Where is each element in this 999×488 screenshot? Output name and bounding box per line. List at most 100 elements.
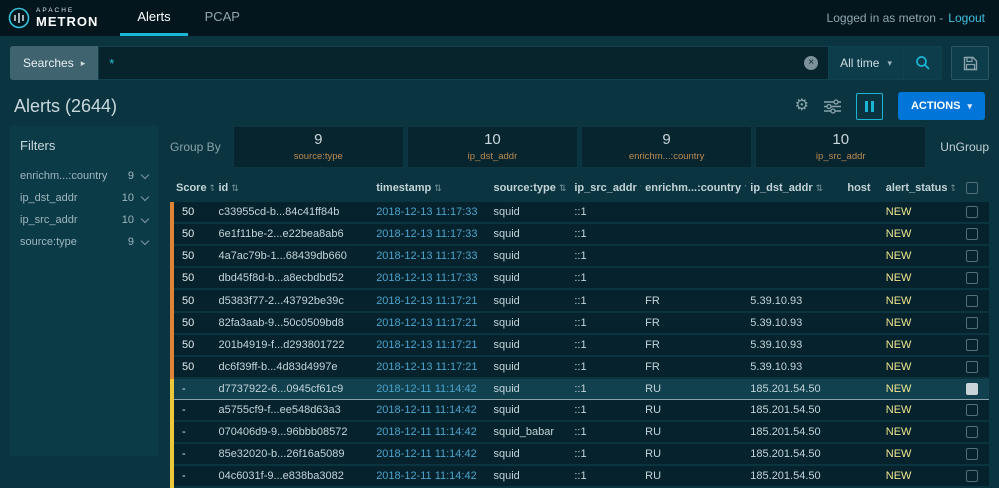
table-row[interactable]: - a5755cf9-f...ee548d63a3 2018-12-11 11:…: [169, 399, 989, 423]
alert-status-badge: NEW: [881, 289, 955, 313]
filter-item-country[interactable]: enrichm...:country 9: [20, 165, 150, 187]
filter-item-source-type[interactable]: source:type 9: [20, 231, 150, 253]
group-box-ip-dst-addr[interactable]: 10 ip_dst_addr: [406, 126, 579, 168]
row-checkbox-cell[interactable]: [954, 377, 989, 400]
table-row[interactable]: 50 c33955cd-b...84c41ff84b 2018-12-13 11…: [169, 202, 989, 225]
table-row[interactable]: 50 6e1f11be-2...e22bea8ab6 2018-12-13 11…: [169, 223, 989, 247]
alert-ip-src-addr: ::1: [570, 443, 642, 467]
row-checkbox[interactable]: [965, 316, 978, 329]
column-header-alert-status[interactable]: alert_status ⇅: [882, 176, 955, 202]
column-settings-button[interactable]: [823, 98, 841, 114]
column-header-select-all[interactable]: [955, 176, 989, 202]
alert-id[interactable]: c33955cd-b...84c41ff84b: [214, 202, 373, 225]
column-header-score[interactable]: Score ⇅: [172, 176, 214, 202]
gear-icon[interactable]: ⚙: [795, 98, 809, 114]
ungroup-button[interactable]: UnGroup: [940, 140, 989, 154]
table-row[interactable]: - 070406d9-9...96bbb08572 2018-12-11 11:…: [169, 421, 989, 445]
sliders-icon: [823, 98, 841, 114]
alert-id[interactable]: d7737922-6...0945cf61c9: [214, 377, 373, 400]
filter-item-ip-dst-addr[interactable]: ip_dst_addr 10: [20, 187, 150, 209]
row-checkbox[interactable]: [965, 228, 978, 241]
alert-id[interactable]: dc6f39ff-b...4d83d4997e: [214, 355, 373, 379]
row-checkbox-cell[interactable]: [954, 465, 989, 488]
alert-id[interactable]: d5383f77-2...43792be39c: [214, 289, 373, 313]
alert-id[interactable]: 6e1f11be-2...e22bea8ab6: [214, 223, 373, 247]
column-header-ip-dst-addr[interactable]: ip_dst_addr ⇅: [746, 176, 843, 202]
table-row[interactable]: 50 201b4919-f...d293801722 2018-12-13 11…: [169, 333, 989, 357]
table-row[interactable]: 50 dbd45f8d-b...a8ecbdbd52 2018-12-13 11…: [169, 267, 989, 291]
row-checkbox[interactable]: [965, 404, 978, 417]
alert-id[interactable]: 04c6031f-9...e838ba3082: [214, 465, 373, 488]
row-checkbox-cell[interactable]: [954, 399, 989, 423]
alert-id[interactable]: 201b4919-f...d293801722: [214, 333, 373, 357]
table-row[interactable]: 50 4a7ac79b-1...68439db660 2018-12-13 11…: [169, 245, 989, 269]
table-row[interactable]: - 85e32020-b...26f16a5089 2018-12-11 11:…: [169, 443, 989, 467]
row-checkbox[interactable]: [965, 294, 978, 307]
time-range-dropdown[interactable]: All time ▾: [829, 46, 904, 80]
row-checkbox-cell[interactable]: [954, 311, 989, 335]
column-header-source-type[interactable]: source:type ⇅: [489, 176, 570, 202]
row-checkbox-cell[interactable]: [954, 267, 989, 291]
actions-button[interactable]: ACTIONS ▾: [897, 92, 985, 120]
tab-alerts[interactable]: Alerts: [120, 0, 188, 36]
row-checkbox-cell[interactable]: [954, 223, 989, 247]
alert-id[interactable]: 82fa3aab-9...50c0509bd8: [214, 311, 373, 335]
alert-ip-src-addr: ::1: [570, 311, 642, 335]
save-search-button[interactable]: [951, 46, 989, 80]
alert-source-type: squid: [489, 355, 571, 379]
table-row[interactable]: 50 d5383f77-2...43792be39c 2018-12-13 11…: [169, 289, 989, 313]
row-checkbox-cell[interactable]: [954, 355, 989, 379]
metron-brand: APACHE METRON: [8, 0, 98, 36]
table-header-row: Score ⇅ id ⇅ timestamp ⇅ source:type ⇅ ip_sr…: [172, 176, 989, 202]
row-checkbox[interactable]: [965, 206, 978, 219]
filter-item-ip-src-addr[interactable]: ip_src_addr 10: [20, 209, 150, 231]
row-checkbox-cell[interactable]: [954, 289, 989, 313]
row-checkbox[interactable]: [965, 360, 978, 373]
pause-polling-button[interactable]: [855, 92, 883, 120]
alert-id[interactable]: dbd45f8d-b...a8ecbdbd52: [214, 267, 373, 291]
filter-label: enrichm...:country: [20, 170, 108, 182]
row-checkbox-cell[interactable]: [954, 245, 989, 269]
tab-alerts-label: Alerts: [137, 9, 171, 24]
row-checkbox-cell[interactable]: [954, 202, 989, 225]
row-checkbox[interactable]: [965, 250, 978, 263]
row-checkbox[interactable]: [965, 272, 978, 285]
alert-id[interactable]: 4a7ac79b-1...68439db660: [214, 245, 373, 269]
row-checkbox[interactable]: [965, 448, 978, 461]
row-checkbox-cell[interactable]: [954, 443, 989, 467]
row-checkbox-cell[interactable]: [954, 333, 989, 357]
row-checkbox[interactable]: [965, 426, 978, 439]
row-checkbox[interactable]: [965, 382, 978, 395]
group-box-ip-src-addr[interactable]: 10 ip_src_addr: [755, 126, 927, 168]
row-checkbox-cell[interactable]: [954, 421, 989, 445]
search-query-input[interactable]: [109, 55, 805, 71]
clear-search-icon[interactable]: ×: [804, 56, 819, 70]
column-header-country[interactable]: enrichm...:country⇅: [641, 176, 746, 202]
column-label: host: [847, 182, 871, 195]
sort-icon: ⇅: [434, 183, 442, 194]
row-checkbox[interactable]: [965, 338, 978, 351]
column-header-id[interactable]: id ⇅: [214, 176, 372, 202]
column-header-host[interactable]: host: [843, 176, 881, 202]
alert-id[interactable]: 070406d9-9...96bbb08572: [214, 421, 373, 445]
group-box-source-type[interactable]: 9 source:type: [232, 126, 404, 168]
searches-button[interactable]: Searches ▸: [10, 46, 99, 80]
column-header-ip-src-addr[interactable]: ip_src_addr⇅: [570, 176, 641, 202]
alert-id[interactable]: a5755cf9-f...ee548d63a3: [214, 399, 373, 423]
table-row[interactable]: 50 82fa3aab-9...50c0509bd8 2018-12-13 11…: [169, 311, 989, 335]
alert-host: [843, 465, 882, 488]
alert-source-type: squid: [489, 245, 571, 269]
row-checkbox[interactable]: [965, 470, 978, 483]
search-submit-button[interactable]: [904, 46, 942, 80]
table-row[interactable]: - d7737922-6...0945cf61c9 2018-12-11 11:…: [169, 377, 989, 400]
alert-timestamp: 2018-12-11 11:14:42: [372, 399, 490, 423]
select-all-checkbox[interactable]: [965, 182, 978, 195]
group-box-country[interactable]: 9 enrichm...:country: [581, 126, 753, 168]
alert-id[interactable]: 85e32020-b...26f16a5089: [214, 443, 373, 467]
logout-link[interactable]: Logout: [948, 11, 985, 25]
column-header-timestamp[interactable]: timestamp ⇅: [372, 176, 489, 202]
table-row[interactable]: 50 dc6f39ff-b...4d83d4997e 2018-12-13 11…: [169, 355, 989, 379]
table-row[interactable]: - 04c6031f-9...e838ba3082 2018-12-11 11:…: [169, 465, 989, 488]
pause-icon: [864, 100, 868, 112]
tab-pcap[interactable]: PCAP: [188, 0, 257, 36]
